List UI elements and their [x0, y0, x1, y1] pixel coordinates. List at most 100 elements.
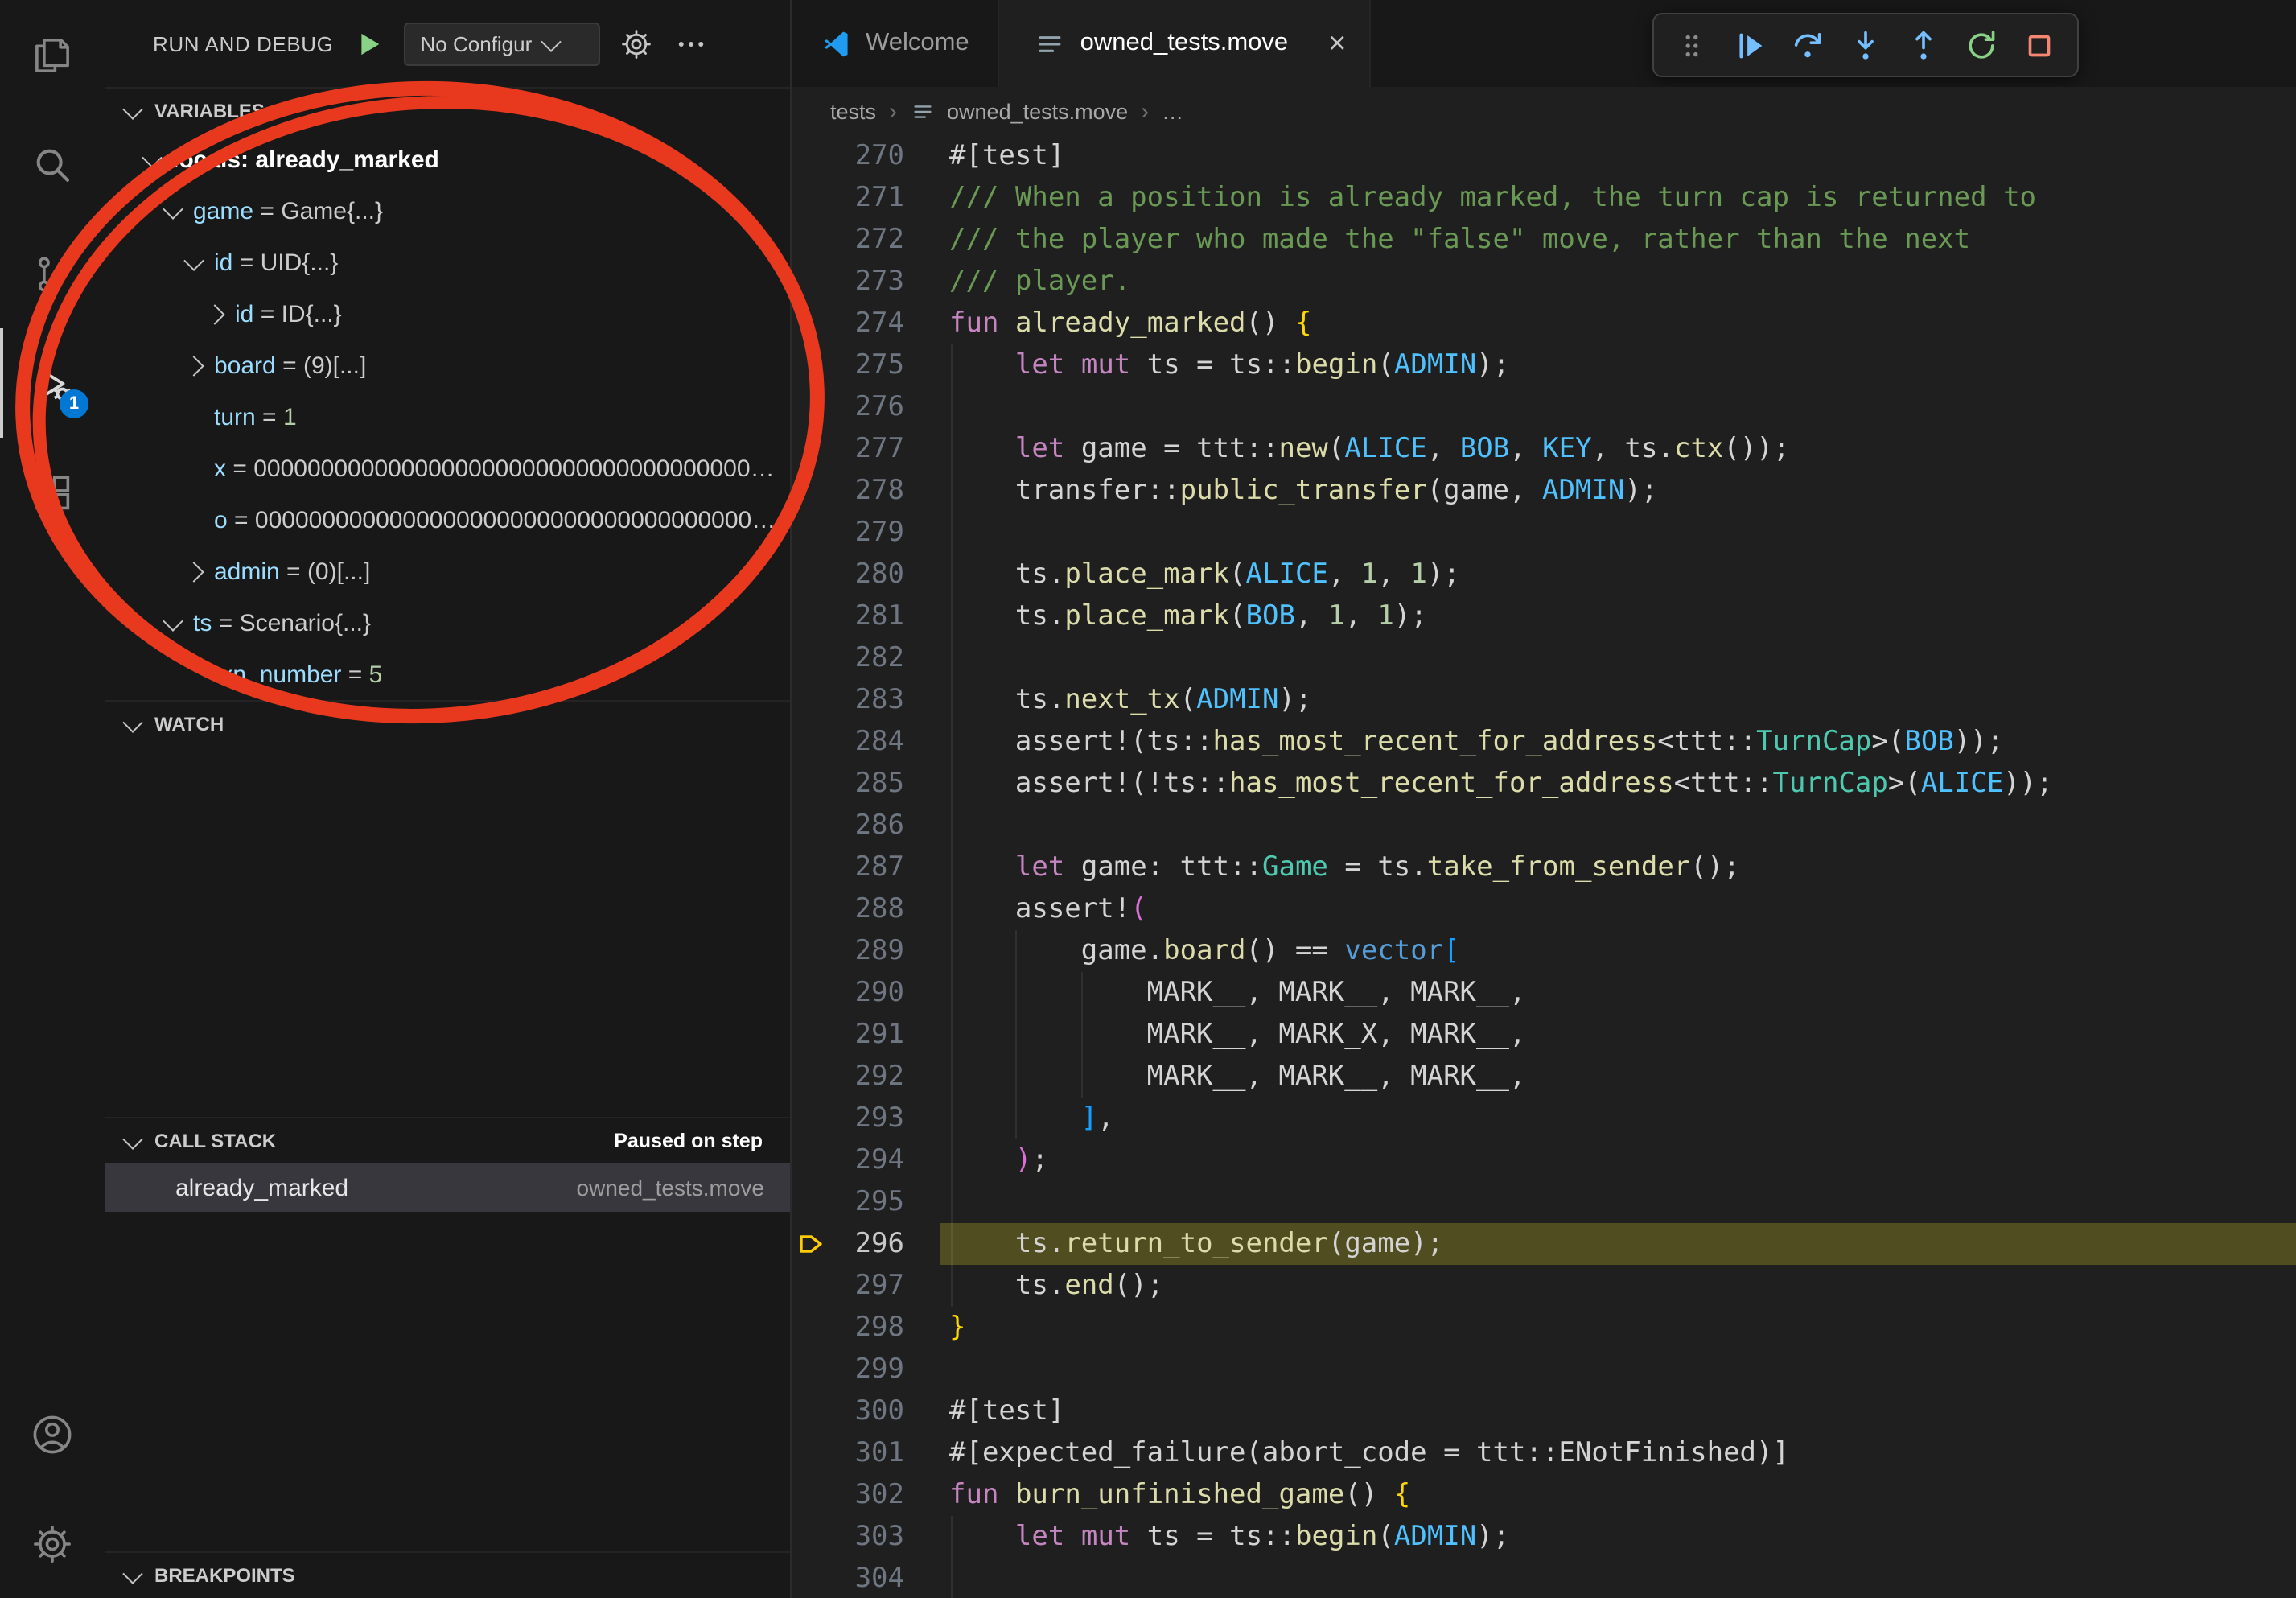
code-line[interactable]: 291 MARK__, MARK_X, MARK__, [792, 1014, 2296, 1056]
step-into-button[interactable] [1841, 20, 1891, 70]
line-number[interactable]: 286 [792, 805, 904, 846]
line-number[interactable]: 275 [792, 344, 904, 386]
variable-row[interactable]: txn_number = 5 [105, 649, 790, 700]
activity-bar-item-run-and-debug[interactable]: 1 [0, 328, 105, 438]
line-number[interactable]: 277 [792, 428, 904, 470]
restart-button[interactable] [1957, 20, 2006, 70]
line-number[interactable]: 279 [792, 512, 904, 554]
close-tab-icon[interactable]: × [1328, 28, 1346, 59]
line-number[interactable]: 291 [792, 1014, 904, 1056]
variable-row[interactable]: ts = Scenario{...} [105, 597, 790, 649]
line-number[interactable]: 287 [792, 846, 904, 888]
code-line[interactable]: 293 ], [792, 1098, 2296, 1139]
code-line[interactable]: 281 ts.place_mark(BOB, 1, 1); [792, 595, 2296, 637]
variable-row[interactable]: game = Game{...} [105, 185, 790, 237]
line-number[interactable]: 299 [792, 1349, 904, 1390]
variable-row[interactable]: id = UID{...} [105, 237, 790, 288]
watch-section-header[interactable]: WATCH [105, 702, 790, 747]
code-line[interactable]: 279 [792, 512, 2296, 554]
breadcrumb-folder[interactable]: tests [830, 99, 876, 123]
line-number[interactable]: 285 [792, 763, 904, 805]
line-number[interactable]: 304 [792, 1558, 904, 1598]
code-line[interactable]: 289 game.board() == vector[ [792, 930, 2296, 972]
line-number[interactable]: 298 [792, 1307, 904, 1349]
line-number[interactable]: 292 [792, 1056, 904, 1098]
code-line-current[interactable]: 296 ts.return_to_sender(game); [792, 1223, 2296, 1265]
line-number[interactable]: 289 [792, 930, 904, 972]
code-line[interactable]: 297 ts.end(); [792, 1265, 2296, 1307]
code-line[interactable]: 301#[expected_failure(abort_code = ttt::… [792, 1432, 2296, 1474]
step-out-button[interactable] [1899, 20, 1948, 70]
breakpoints-section-header[interactable]: BREAKPOINTS [105, 1553, 790, 1598]
line-number[interactable]: 294 [792, 1139, 904, 1181]
tab-welcome[interactable]: Welcome [792, 0, 1000, 87]
tab-owned-tests-move[interactable]: owned_tests.move × [1000, 0, 1371, 87]
line-number[interactable]: 271 [792, 177, 904, 219]
code-line[interactable]: 292 MARK__, MARK__, MARK__, [792, 1056, 2296, 1098]
stop-button[interactable] [2014, 20, 2064, 70]
code-line[interactable]: 274fun already_marked() { [792, 303, 2296, 344]
activity-bar-item-account[interactable] [0, 1379, 105, 1489]
line-number[interactable]: 288 [792, 888, 904, 930]
code-line[interactable]: 283 ts.next_tx(ADMIN); [792, 679, 2296, 721]
code-line[interactable]: 271/// When a position is already marked… [792, 177, 2296, 219]
line-number[interactable]: 300 [792, 1390, 904, 1432]
line-number[interactable]: 303 [792, 1516, 904, 1558]
variable-row[interactable]: board = (9)[...] [105, 340, 790, 391]
line-number[interactable]: 278 [792, 470, 904, 512]
code-line[interactable]: 302fun burn_unfinished_game() { [792, 1474, 2296, 1516]
code-line[interactable]: 300#[test] [792, 1390, 2296, 1432]
variable-row[interactable]: admin = (0)[...] [105, 546, 790, 597]
code-line[interactable]: 294 ); [792, 1139, 2296, 1181]
code-line[interactable]: 270#[test] [792, 135, 2296, 177]
activity-bar-item-extensions[interactable] [0, 438, 105, 547]
code-line[interactable]: 288 assert!( [792, 888, 2296, 930]
code-line[interactable]: 285 assert!(!ts::has_most_recent_for_add… [792, 763, 2296, 805]
activity-bar-item-search[interactable] [0, 109, 105, 219]
variable-row[interactable]: o = 000000000000000000000000000000000000… [105, 494, 790, 546]
launch-config-dropdown[interactable]: No Configur [405, 22, 601, 65]
variable-row[interactable]: turn = 1 [105, 391, 790, 443]
code-line[interactable]: 298} [792, 1307, 2296, 1349]
line-number[interactable]: 293 [792, 1098, 904, 1139]
call-stack-frame[interactable]: already_markedowned_tests.move [105, 1163, 790, 1212]
variables-section-header[interactable]: VARIABLES [105, 89, 790, 134]
line-number[interactable]: 281 [792, 595, 904, 637]
line-number[interactable]: 296 [792, 1223, 904, 1265]
line-number[interactable]: 272 [792, 219, 904, 261]
line-number[interactable]: 276 [792, 386, 904, 428]
step-over-button[interactable] [1783, 20, 1833, 70]
code-line[interactable]: 303 let mut ts = ts::begin(ADMIN); [792, 1516, 2296, 1558]
gear-icon[interactable] [617, 24, 656, 63]
code-line[interactable]: 304 [792, 1558, 2296, 1598]
line-number[interactable]: 270 [792, 135, 904, 177]
variable-row[interactable]: x = 000000000000000000000000000000000000… [105, 443, 790, 494]
code-line[interactable]: 295 [792, 1181, 2296, 1223]
line-number[interactable]: 295 [792, 1181, 904, 1223]
line-number[interactable]: 274 [792, 303, 904, 344]
code-line[interactable]: 273/// player. [792, 261, 2296, 303]
toolbar-gripper-handle[interactable] [1667, 20, 1717, 70]
code-line[interactable]: 278 transfer::public_transfer(game, ADMI… [792, 470, 2296, 512]
code-line[interactable]: 276 [792, 386, 2296, 428]
line-number[interactable]: 273 [792, 261, 904, 303]
continue-button[interactable] [1725, 20, 1775, 70]
breadcrumb-file[interactable]: owned_tests.move [947, 99, 1128, 123]
line-number[interactable]: 290 [792, 972, 904, 1014]
code-line[interactable]: 275 let mut ts = ts::begin(ADMIN); [792, 344, 2296, 386]
line-number[interactable]: 280 [792, 554, 904, 595]
start-debugging-button[interactable] [350, 24, 389, 63]
line-number[interactable]: 284 [792, 721, 904, 763]
variable-row[interactable]: locals: already_marked [105, 134, 790, 185]
activity-bar-item-explorer[interactable] [0, 0, 105, 109]
code-line[interactable]: 272/// the player who made the "false" m… [792, 219, 2296, 261]
code-line[interactable]: 277 let game = ttt::new(ALICE, BOB, KEY,… [792, 428, 2296, 470]
line-number[interactable]: 283 [792, 679, 904, 721]
code-line[interactable]: 287 let game: ttt::Game = ts.take_from_s… [792, 846, 2296, 888]
line-number[interactable]: 301 [792, 1432, 904, 1474]
code-line[interactable]: 280 ts.place_mark(ALICE, 1, 1); [792, 554, 2296, 595]
more-actions-icon[interactable] [672, 24, 710, 63]
breadcrumb-symbol[interactable]: … [1162, 99, 1183, 123]
code-line[interactable]: 290 MARK__, MARK__, MARK__, [792, 972, 2296, 1014]
code-line[interactable]: 299 [792, 1349, 2296, 1390]
